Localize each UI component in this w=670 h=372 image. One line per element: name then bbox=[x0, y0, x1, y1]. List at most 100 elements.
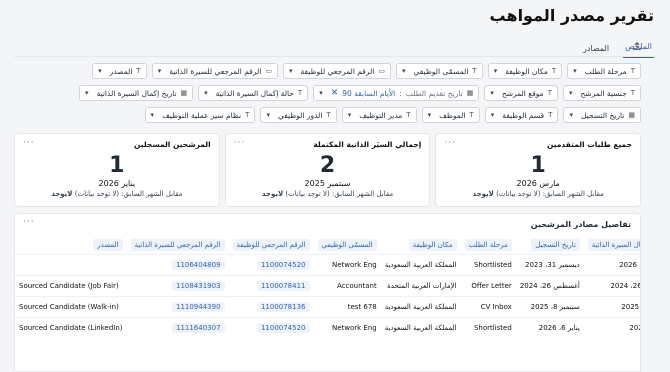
more-menu-icon[interactable]: ··· bbox=[234, 138, 246, 148]
cell-source: Sourced Candidate (Job Fair) bbox=[15, 275, 127, 297]
chevron-down-icon: ▾ bbox=[266, 111, 270, 119]
filter-label: تاريخ التسجيل bbox=[580, 110, 625, 120]
filter-label: مدير التوظيف bbox=[359, 110, 403, 120]
cell-job-title: Network Eng bbox=[313, 317, 381, 338]
filter-label: الرقم المرجعي للوظيفة bbox=[300, 66, 375, 76]
cv-reference-link[interactable]: 1110944390 bbox=[171, 302, 225, 312]
cv-reference-link[interactable]: 1108431903 bbox=[171, 281, 225, 291]
col-header-cv-completion-date[interactable]: تاريخ إكمال السيرة الذاتية bbox=[584, 236, 640, 255]
filter-bar: T مرحلة الطلب ▾ T مكان الوظيفة ▾ T المسم… bbox=[13, 63, 641, 123]
col-header-job-reference[interactable]: الرقم المرجعي للوظيفة bbox=[229, 236, 314, 255]
text-field-icon: T bbox=[297, 89, 303, 97]
filter-job-reference[interactable]: ▭ الرقم المرجعي للوظيفة ▾ bbox=[282, 63, 392, 79]
job-reference-link[interactable]: 1100074520 bbox=[256, 323, 310, 333]
cell-job-reference: 1100078136 bbox=[228, 296, 314, 318]
kpi-comparison: مقابل الشهر السابق: (لا توجد بيانات) لاي… bbox=[444, 190, 632, 198]
col-header-job-location[interactable]: مكان الوظيفة bbox=[381, 236, 461, 255]
cell-cv-completion-date: أغسطس 26، 2024 bbox=[583, 275, 640, 297]
kpi-value: 1 bbox=[530, 153, 546, 178]
filter-application-stage[interactable]: T مرحلة الطلب ▾ bbox=[567, 63, 641, 79]
header-label: مرحلة الطلب bbox=[464, 239, 512, 251]
col-header-application-stage[interactable]: مرحلة الطلب bbox=[461, 236, 516, 255]
cv-reference-link[interactable]: 1106404809 bbox=[171, 260, 225, 270]
filter-label: جنسية المرشح bbox=[580, 88, 627, 98]
chevron-down-icon: ▾ bbox=[568, 89, 573, 97]
candidate-sources-table-card: تفاصيل مصادر المرشحين ··· تاريخ إكمال ال… bbox=[14, 213, 641, 372]
table-row: يناير 6، 2026 يناير 6، 2026 Shortlisted … bbox=[15, 317, 640, 338]
kpi-card-completed-cvs: إجمالي السيَر الذاتية المكتملة ··· 2 سبت… bbox=[224, 133, 431, 207]
chevron-down-icon: ▾ bbox=[319, 89, 323, 97]
text-field-icon: T bbox=[406, 111, 411, 119]
filter-hiring-manager[interactable]: T مدير التوظيف ▾ bbox=[341, 107, 417, 123]
col-header-cv-reference[interactable]: الرقم المرجعي للسيرة الذاتية bbox=[127, 236, 229, 255]
chevron-down-icon: ▾ bbox=[98, 67, 102, 75]
cell-application-stage: Shortlisted bbox=[460, 317, 516, 338]
filter-label: الرقم المرجعي للسيرة الذاتية bbox=[169, 66, 262, 76]
cell-job-reference: 1100074520 bbox=[228, 254, 314, 276]
col-header-source[interactable]: المصدر bbox=[15, 236, 127, 255]
cell-job-location: المملكة العربية السعودية bbox=[380, 317, 461, 338]
cell-source: Sourced Candidate (Walk-in) bbox=[15, 296, 127, 318]
more-menu-icon[interactable]: ··· bbox=[23, 217, 35, 227]
filter-candidate-location[interactable]: T موقع المرشح ▾ bbox=[484, 85, 558, 101]
filter-label: الموظف bbox=[439, 110, 466, 120]
more-menu-icon[interactable]: ··· bbox=[23, 138, 35, 148]
filter-application-date[interactable]: ▦ تاريخ تقديم الطلب : الأيام السابقة 90 … bbox=[313, 85, 480, 101]
filter-cv-completion-status[interactable]: T حالة إكمال السيرة الذاتية ▾ bbox=[198, 85, 309, 101]
filter-job-location[interactable]: T مكان الوظيفة ▾ bbox=[487, 63, 563, 79]
cell-cv-reference: 1108431903 bbox=[126, 275, 229, 297]
filter-cv-reference[interactable]: ▭ الرقم المرجعي للسيرة الذاتية ▾ bbox=[151, 63, 278, 79]
chevron-down-icon: ▾ bbox=[204, 89, 208, 97]
filter-registration-date[interactable]: ▦ تاريخ التسجيل ▾ bbox=[563, 107, 641, 123]
filter-employee[interactable]: T الموظف ▾ bbox=[421, 107, 480, 123]
chevron-down-icon: ▾ bbox=[85, 89, 89, 97]
cell-registration-date: أغسطس 26، 2024 bbox=[515, 275, 584, 297]
kpi-value: 2 bbox=[319, 153, 336, 178]
filter-label: مرحلة الطلب bbox=[584, 66, 627, 76]
cell-application-stage: Offer Letter bbox=[460, 275, 516, 297]
col-header-job-title[interactable]: المسمّى الوظيفي bbox=[314, 236, 381, 255]
job-reference-link[interactable]: 1100078411 bbox=[256, 281, 310, 291]
header-label: مكان الوظيفة bbox=[408, 239, 457, 251]
cell-job-location: المملكة العربية السعودية bbox=[380, 296, 461, 318]
cell-source: Sourced Candidate (LinkedIn) bbox=[15, 317, 127, 338]
filter-label: تاريخ تقديم الطلب bbox=[405, 88, 463, 98]
close-icon[interactable]: ✕ bbox=[331, 88, 339, 98]
filter-label: قسم الوظيفة bbox=[502, 110, 545, 120]
calendar-icon: ▦ bbox=[466, 89, 474, 97]
calendar-icon: ▦ bbox=[180, 89, 188, 97]
cell-cv-completion-date: سبتمبر 8، 2025 bbox=[583, 296, 640, 318]
upload-icon[interactable] bbox=[632, 41, 642, 51]
filter-job-title[interactable]: T المسمّى الوظيفي ▾ bbox=[396, 63, 483, 79]
cv-reference-link[interactable]: 1111640307 bbox=[171, 323, 225, 333]
kpi-value: 1 bbox=[109, 153, 125, 178]
cell-registration-date: يناير 6، 2026 bbox=[515, 317, 584, 338]
col-header-registration-date[interactable]: تاريخ التسجيل bbox=[516, 236, 584, 255]
kpi-date: سبتمبر 2025 bbox=[304, 179, 351, 188]
filter-candidate-nationality[interactable]: T جنسية المرشح ▾ bbox=[562, 85, 641, 101]
header-label: المصدر bbox=[93, 239, 123, 251]
filter-job-department[interactable]: T قسم الوظيفة ▾ bbox=[484, 107, 559, 123]
candidate-sources-table: تاريخ إكمال السيرة الذاتية تاريخ التسجيل… bbox=[15, 236, 640, 338]
filter-hiring-workflow[interactable]: T نظام سير عملية التوظيف ▾ bbox=[144, 107, 256, 123]
filter-cv-completion-date[interactable]: ▦ تاريخ إكمال السيرة الذاتية ▾ bbox=[79, 85, 194, 101]
chevron-down-icon: ▾ bbox=[288, 67, 293, 75]
filter-label: المسمّى الوظيفي bbox=[413, 66, 469, 76]
kpi-title: جميع طلبات المتقدمين bbox=[546, 140, 632, 149]
cell-job-title: Accountant bbox=[313, 275, 381, 297]
filter-source[interactable]: T المصدر ▾ bbox=[92, 63, 147, 79]
chevron-down-icon: ▾ bbox=[402, 67, 406, 75]
filter-range-value: الأيام السابقة 90 bbox=[342, 88, 396, 98]
page-title: تقرير مصدر المواهب bbox=[489, 6, 654, 25]
kpi-date: مارس 2026 bbox=[516, 179, 560, 188]
tag-icon: ▭ bbox=[378, 67, 386, 75]
chevron-down-icon: ▾ bbox=[573, 67, 577, 75]
job-reference-link[interactable]: 1100074520 bbox=[256, 260, 310, 270]
cell-cv-reference: 1106404809 bbox=[126, 254, 229, 276]
filter-job-role[interactable]: T الدور الوظيفي ▾ bbox=[260, 107, 337, 123]
filter-label: موقع المرشح bbox=[501, 88, 544, 98]
job-reference-link[interactable]: 1100078136 bbox=[256, 302, 310, 312]
more-menu-icon[interactable]: ··· bbox=[444, 138, 456, 148]
filter-label: حالة إكمال السيرة الذاتية bbox=[215, 88, 294, 98]
header-label: تاريخ إكمال السيرة الذاتية bbox=[587, 239, 640, 251]
